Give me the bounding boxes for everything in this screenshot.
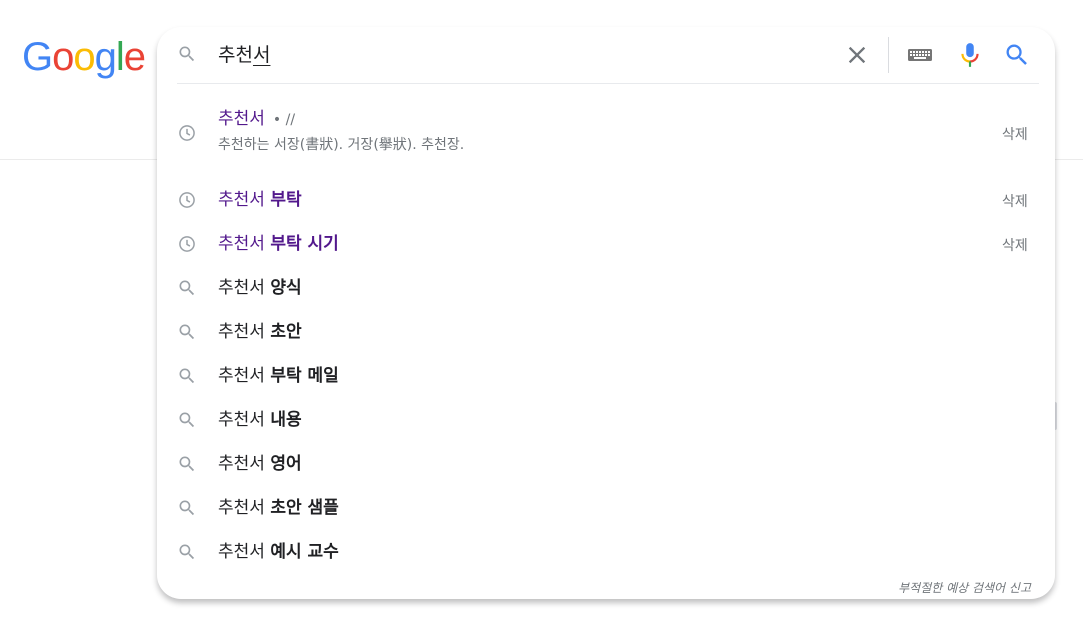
suggestion-typed: 추천서: [218, 498, 265, 518]
search-icon: [179, 412, 195, 428]
suggestion-item[interactable]: 추천서 • // 추천하는 서장(書狀). 거장(擧狀). 추천장. 삭제: [157, 103, 1055, 165]
suggestion-item[interactable]: 추천서 영어: [157, 442, 1055, 486]
history-clock-icon: [179, 192, 195, 208]
suggestion-item[interactable]: 추천서 초안 샘플: [157, 486, 1055, 530]
suggestion-item[interactable]: 추천서 양식: [157, 266, 1055, 310]
search-autocomplete-box: 추천서 추천서 • // 추천하는 서장(書狀). 거장(擧狀). 추천장. 삭제: [157, 27, 1055, 599]
suggestion-typed: 추천서: [218, 542, 265, 562]
history-clock-icon: [179, 236, 195, 252]
history-clock-icon: [179, 125, 195, 141]
search-separator: [177, 83, 1039, 84]
search-icon: [179, 500, 195, 516]
search-icon: [179, 368, 195, 384]
report-inappropriate-predictions-link[interactable]: 부적절한 예상 검색어 신고: [898, 579, 1031, 596]
close-icon[interactable]: [843, 41, 871, 69]
suggestion-text: 추천서: [218, 109, 265, 129]
suggestion-typed: 추천서: [218, 234, 265, 254]
delete-history-button[interactable]: 삭제: [1002, 124, 1028, 144]
search-icon: [179, 544, 195, 560]
suggestion-completion: 내용: [270, 410, 302, 430]
suggestion-item[interactable]: 추천서 부탁 시기 삭제: [157, 222, 1055, 266]
suggestion-completion: 초안 샘플: [270, 498, 339, 518]
suggestion-typed: 추천서: [218, 366, 265, 386]
search-bar: 추천서: [157, 27, 1055, 83]
suggestion-item[interactable]: 추천서 초안: [157, 310, 1055, 354]
suggestion-completion: 부탁 메일: [270, 366, 339, 386]
suggestion-meta: • //: [272, 112, 296, 128]
suggestion-completion: 부탁 시기: [270, 234, 339, 254]
search-icon[interactable]: [1003, 41, 1031, 69]
search-icon: [179, 456, 195, 472]
suggestion-typed: 추천서: [218, 322, 265, 342]
suggestion-item[interactable]: 추천서 부탁 삭제: [157, 178, 1055, 222]
query-prefix: 추천: [218, 44, 253, 66]
delete-history-button[interactable]: 삭제: [1002, 191, 1028, 211]
search-icon: [179, 46, 195, 62]
suggestion-description: 추천하는 서장(書狀). 거장(擧狀). 추천장.: [218, 137, 465, 153]
microphone-icon[interactable]: [957, 41, 983, 69]
suggestion-completion: 영어: [270, 454, 302, 474]
suggestion-completion: 초안: [270, 322, 302, 342]
keyboard-icon[interactable]: [905, 43, 935, 67]
suggestion-completion: 부탁: [270, 190, 302, 210]
suggestion-item[interactable]: 추천서 예시 교수: [157, 530, 1055, 574]
suggestion-item[interactable]: 추천서 부탁 메일: [157, 354, 1055, 398]
suggestion-completion: 양식: [270, 278, 302, 298]
search-input[interactable]: 추천서: [218, 42, 270, 68]
query-composing-char: 서: [252, 44, 271, 66]
suggestion-typed: 추천서: [218, 454, 265, 474]
search-icon: [179, 324, 195, 340]
suggestion-typed: 추천서: [218, 278, 265, 298]
suggestion-completion: 예시 교수: [270, 542, 339, 562]
suggestion-typed: 추천서: [218, 190, 265, 210]
toolbar-divider: [888, 37, 889, 73]
suggestion-item[interactable]: 추천서 내용: [157, 398, 1055, 442]
google-logo[interactable]: Google: [22, 37, 146, 77]
search-icon: [179, 280, 195, 296]
suggestion-typed: 추천서: [218, 410, 265, 430]
delete-history-button[interactable]: 삭제: [1002, 235, 1028, 255]
